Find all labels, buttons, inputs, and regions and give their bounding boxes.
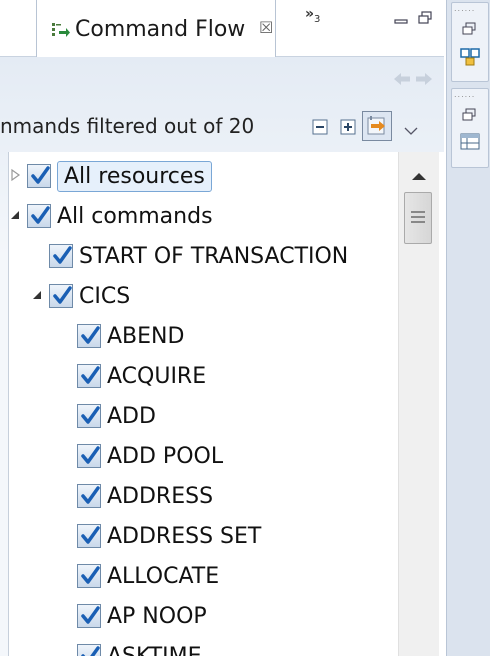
tree-item-label: All commands: [57, 203, 213, 229]
drag-handle-icon[interactable]: ......: [454, 90, 475, 99]
scroll-up-arrow-icon[interactable]: [411, 166, 427, 185]
checkbox[interactable]: [77, 564, 101, 588]
tree-item[interactable]: ALLOCATE: [59, 556, 219, 596]
side-stack-1: ......: [451, 2, 489, 82]
tree-item-label: AP NOOP: [107, 603, 207, 629]
expand-all-icon[interactable]: [340, 119, 356, 139]
expand-triangle-icon[interactable]: [9, 167, 27, 186]
tree-item[interactable]: ABEND: [59, 316, 184, 356]
filter-status-text: nmands filtered out of 20: [0, 114, 255, 138]
checkbox[interactable]: [77, 324, 101, 348]
checkmark-icon: [53, 286, 72, 304]
tree-item[interactable]: CICS: [31, 276, 130, 316]
tree-item[interactable]: ACQUIRE: [59, 356, 206, 396]
tree-item-label: CICS: [79, 283, 131, 309]
back-arrow-icon[interactable]: [392, 71, 412, 90]
tree-item[interactable]: All commands: [9, 196, 213, 236]
tree-item[interactable]: AP NOOP: [59, 596, 207, 636]
checkbox[interactable]: [77, 604, 101, 628]
grip-line: [411, 216, 425, 218]
tab-command-flow[interactable]: Command Flow ☒: [36, 0, 276, 57]
tree-item[interactable]: All resources: [9, 156, 212, 196]
checkmark-icon: [31, 206, 50, 224]
tab-title: Command Flow: [75, 17, 246, 42]
overflow-count: 3: [314, 13, 321, 25]
tree-item-label: START OF TRANSACTION: [79, 243, 349, 269]
close-icon[interactable]: ☒: [259, 18, 273, 37]
checkmark-icon: [81, 486, 100, 504]
tree-item-label: ABEND: [107, 323, 185, 349]
side-stack-2: ......: [451, 88, 489, 168]
tree-item-label: ACQUIRE: [107, 363, 207, 389]
grip-line: [411, 211, 425, 213]
tree-item-label: ADD: [107, 403, 156, 429]
tree-item[interactable]: ADD: [59, 396, 156, 436]
side-trim-panel: ...... ......: [446, 0, 490, 656]
table-view-icon[interactable]: [460, 133, 482, 155]
checkmark-icon: [81, 446, 100, 464]
checkmark-icon: [31, 166, 50, 184]
checkbox[interactable]: [77, 644, 101, 656]
checkmark-icon: [81, 326, 100, 344]
checkmark-icon: [81, 526, 100, 544]
checkbox[interactable]: [77, 444, 101, 468]
collapse-triangle-icon[interactable]: [9, 207, 27, 226]
checkbox[interactable]: [49, 284, 73, 308]
checkbox[interactable]: [77, 484, 101, 508]
maximize-icon[interactable]: [462, 107, 476, 126]
tree-item[interactable]: ADD POOL: [59, 436, 223, 476]
grip-line: [411, 221, 425, 223]
checkbox[interactable]: [77, 404, 101, 428]
checkbox[interactable]: [77, 524, 101, 548]
tree-item-label: ADDRESS: [107, 483, 214, 509]
tree-item[interactable]: ASKTIME: [59, 636, 202, 656]
view-menu-chevron-icon[interactable]: [404, 121, 418, 140]
drag-handle-icon[interactable]: ......: [454, 4, 475, 13]
checkmark-icon: [81, 566, 100, 584]
checkbox[interactable]: [27, 204, 51, 228]
tab-overflow-button[interactable]: »3: [305, 6, 320, 25]
tree-item-label: ASKTIME: [107, 643, 202, 656]
checkbox[interactable]: [77, 364, 101, 388]
tree-item-label: ALLOCATE: [107, 563, 220, 589]
tree-item[interactable]: START OF TRANSACTION: [31, 236, 348, 276]
checkmark-icon: [53, 246, 72, 264]
outline-view-icon[interactable]: [460, 47, 482, 71]
vertical-scrollbar[interactable]: [398, 152, 439, 656]
checkmark-icon: [81, 606, 100, 624]
filter-toggle-button[interactable]: [362, 111, 392, 141]
maximize-icon[interactable]: [462, 21, 476, 40]
tab-bar: Command Flow ☒ »3: [0, 0, 444, 57]
collapse-all-icon[interactable]: [312, 119, 328, 139]
tree-item[interactable]: ADDRESS SET: [59, 516, 261, 556]
minimize-icon[interactable]: [394, 12, 408, 31]
tree-item-label: ADDRESS SET: [107, 523, 262, 549]
checkmark-icon: [81, 366, 100, 384]
checkbox[interactable]: [49, 244, 73, 268]
checkmark-icon: [81, 406, 100, 424]
tree-item-label: ADD POOL: [107, 443, 224, 469]
forward-arrow-icon[interactable]: [414, 71, 434, 90]
tree-item[interactable]: ADDRESS: [59, 476, 213, 516]
maximize-icon[interactable]: [418, 10, 432, 29]
collapse-triangle-icon[interactable]: [31, 287, 49, 306]
tree-item-label: All resources: [57, 160, 212, 192]
command-tree[interactable]: All resources All commands START OF TRANSA…: [8, 152, 445, 656]
filter-toggle-icon: [367, 116, 385, 135]
overflow-chevron-icon: »: [305, 6, 315, 22]
scrollbar-thumb[interactable]: [404, 192, 432, 244]
command-flow-view-icon: [51, 22, 71, 44]
checkbox[interactable]: [27, 164, 51, 188]
checkmark-icon: [81, 646, 100, 656]
